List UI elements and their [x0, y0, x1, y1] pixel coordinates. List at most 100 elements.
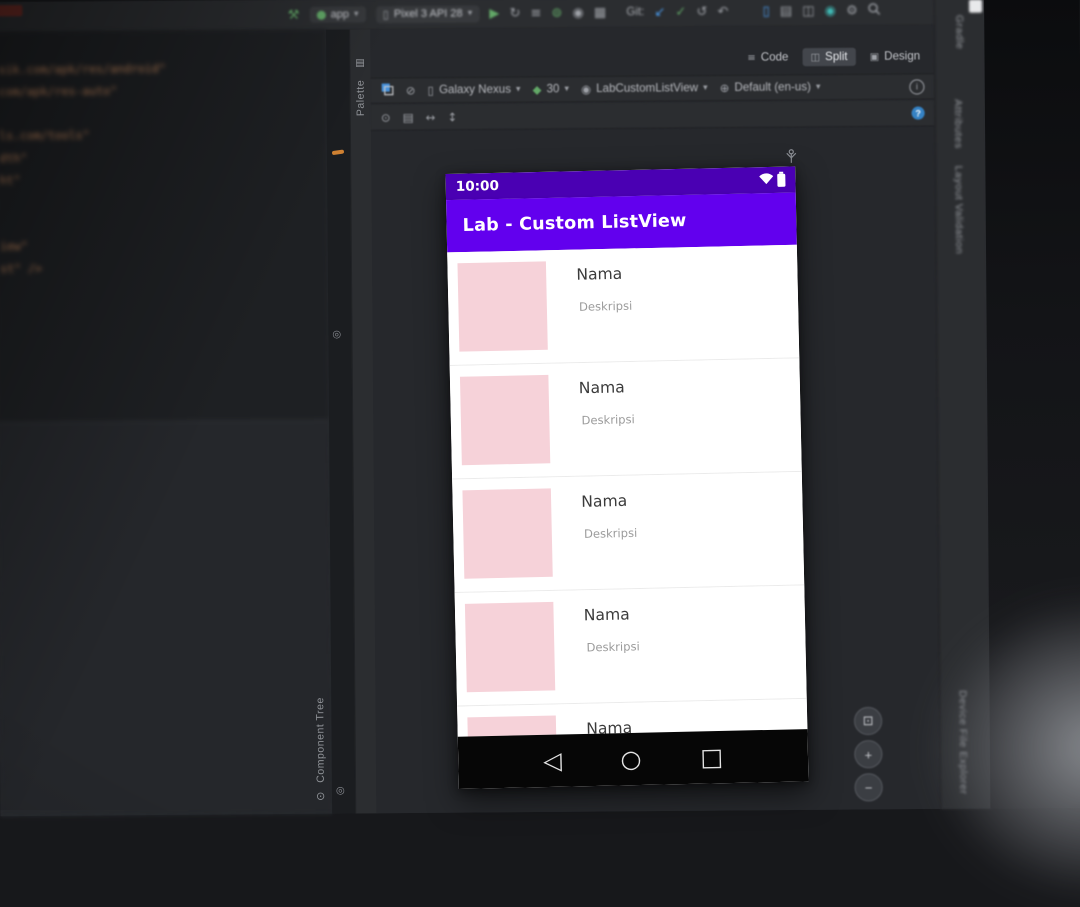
zoom-to-fit-button[interactable]: ⊡	[854, 707, 882, 735]
logcat-icon[interactable]: ▤	[780, 4, 792, 19]
list-item[interactable]: Nama Deskripsi	[455, 585, 807, 706]
list-item[interactable]: Nama Deskripsi	[452, 472, 804, 593]
run-config-selector[interactable]: app ▾	[309, 6, 365, 23]
code-line	[0, 189, 327, 214]
notifications-icon[interactable]	[969, 0, 982, 13]
layout-inspector-icon[interactable]: ◫	[802, 3, 814, 18]
design-surface[interactable]: 10:00 Lab - Custom ListView Nama	[371, 126, 940, 814]
design-toolbar: ⊘ ▯ Galaxy Nexus ▾ ◆ 30 ▾ ◉ LabCustomLis…	[371, 73, 935, 104]
item-image-placeholder[interactable]	[465, 602, 555, 692]
device-selector[interactable]: ▯ Pixel 3 API 28 ▾	[376, 5, 480, 23]
git-commit-button[interactable]: ✓	[675, 4, 686, 19]
settings-icon[interactable]: ⚙	[846, 3, 858, 18]
apply-changes-button[interactable]: ↻	[509, 6, 520, 21]
run-button[interactable]: ▶	[489, 6, 499, 21]
render-info-icon[interactable]: i	[909, 79, 924, 94]
chevron-down-icon: ▾	[816, 82, 821, 92]
android-nav-bar: ◁ ○ □	[458, 729, 809, 789]
run-config-label: app	[331, 9, 350, 21]
api-icon: ◆	[533, 82, 542, 96]
build-hammer-icon[interactable]: ⚒	[288, 7, 300, 22]
tab-split[interactable]: ◫ Split	[802, 48, 855, 67]
search-icon[interactable]	[868, 2, 881, 18]
item-title[interactable]: Nama	[579, 378, 625, 397]
split-tab-icon: ◫	[810, 52, 820, 63]
disable-tools-icon[interactable]: ⊘	[406, 83, 416, 97]
tab-code[interactable]: ≡ Code	[739, 48, 796, 67]
chevron-down-icon: ▾	[468, 9, 473, 19]
gutter-icon[interactable]: ◎	[336, 785, 345, 796]
item-subtitle[interactable]: Deskripsi	[581, 412, 635, 427]
theme-icon: ◉	[581, 82, 591, 96]
theme-label: LabCustomListView	[596, 82, 698, 95]
code-line: sik.com/apk/res/android"	[0, 56, 326, 81]
code-line	[0, 100, 327, 125]
zoom-out-button[interactable]: −	[854, 773, 882, 801]
phone-icon: ▯	[428, 83, 434, 97]
zoom-in-button[interactable]: +	[854, 740, 882, 768]
device-manager-icon[interactable]: ▯	[762, 4, 769, 19]
avd-manager-icon[interactable]: ◉	[825, 3, 837, 18]
api-level-selector[interactable]: ◆ 30 ▾	[533, 82, 569, 96]
code-editor-panel[interactable]: sik.com/apk/res/android" com/apk/res-aut…	[0, 30, 332, 816]
gradle-tab[interactable]: Gradle	[953, 15, 965, 50]
theme-selector[interactable]: ◉ LabCustomListView ▾	[581, 81, 708, 96]
palette-icon: ▤	[355, 58, 365, 69]
help-icon[interactable]: ?	[912, 107, 925, 120]
list-item[interactable]: Nama Deskripsi	[447, 245, 799, 366]
item-image-placeholder[interactable]	[457, 261, 547, 351]
palette-tab[interactable]: Palette	[355, 80, 367, 116]
layout-validation-tab[interactable]: Layout Validation	[952, 165, 965, 254]
code-line: com/apk/res-auto"	[0, 78, 327, 103]
horizontal-resize-icon[interactable]: ↔	[426, 110, 436, 124]
item-title[interactable]: Nama	[584, 605, 630, 624]
xml-code-lines: sik.com/apk/res/android" com/apk/res-aut…	[0, 30, 328, 280]
phone-preview[interactable]: 10:00 Lab - Custom ListView Nama	[445, 166, 808, 789]
status-icons	[759, 172, 785, 189]
nav-back-icon: ◁	[543, 747, 562, 776]
component-tree-icon: ⊙	[316, 790, 325, 803]
api-level-label: 30	[546, 83, 559, 95]
status-time: 10:00	[456, 178, 500, 195]
chevron-down-icon: ▾	[516, 85, 521, 95]
item-subtitle[interactable]: Deskripsi	[579, 299, 633, 314]
item-image-placeholder[interactable]	[460, 375, 550, 465]
design-surface-icon[interactable]	[381, 83, 394, 99]
list-item[interactable]: Nama Deskripsi	[450, 358, 802, 479]
profiler-button[interactable]: ◉	[572, 5, 584, 20]
phone-icon: ▯	[383, 8, 389, 21]
git-update-button[interactable]: ↙	[654, 5, 665, 20]
git-rollback-button[interactable]: ↶	[717, 4, 728, 19]
vertical-resize-icon[interactable]: ↕	[447, 110, 457, 124]
debug-button[interactable]: ⊚	[551, 5, 562, 20]
item-subtitle[interactable]: Deskripsi	[584, 526, 638, 541]
chevron-down-icon: ▾	[354, 9, 359, 19]
nav-recents-icon: □	[700, 743, 723, 772]
apply-code-changes-button[interactable]: ≡	[530, 5, 541, 20]
item-subtitle[interactable]: Deskripsi	[586, 639, 640, 654]
fold-marker-icon[interactable]: ◎	[332, 329, 341, 340]
item-title[interactable]: Nama	[576, 265, 622, 284]
battery-icon	[777, 173, 785, 186]
code-tab-icon: ≡	[747, 52, 756, 63]
component-tree-tab[interactable]: Component Tree	[314, 697, 327, 783]
item-title[interactable]: Nama	[581, 492, 627, 511]
stop-button[interactable]: ▦	[594, 5, 606, 20]
modified-file-marker	[0, 5, 22, 16]
git-history-button[interactable]: ↺	[696, 4, 707, 19]
app-title: Lab - Custom ListView	[462, 211, 686, 236]
chevron-down-icon: ▾	[564, 84, 569, 94]
item-image-placeholder[interactable]	[462, 488, 552, 578]
device-for-preview-selector[interactable]: ▯ Galaxy Nexus ▾	[428, 83, 521, 98]
blueprint-list-icon[interactable]: ▤	[403, 110, 414, 124]
tab-design[interactable]: ▣ Design	[862, 47, 929, 66]
attributes-tab[interactable]: Attributes	[952, 99, 964, 149]
android-icon	[316, 10, 325, 19]
listview[interactable]: Nama Deskripsi Nama Deskripsi Nama Deskr…	[447, 245, 807, 737]
item-image-placeholder[interactable]	[467, 715, 557, 736]
app-bar[interactable]: Lab - Custom ListView	[446, 193, 797, 253]
view-options-eye-icon[interactable]: ⊙	[381, 110, 391, 124]
code-tab-label: Code	[761, 51, 789, 63]
code-line: ls.com/tools"	[0, 122, 327, 147]
locale-selector[interactable]: ⊕ Default (en-us) ▾	[720, 80, 821, 95]
